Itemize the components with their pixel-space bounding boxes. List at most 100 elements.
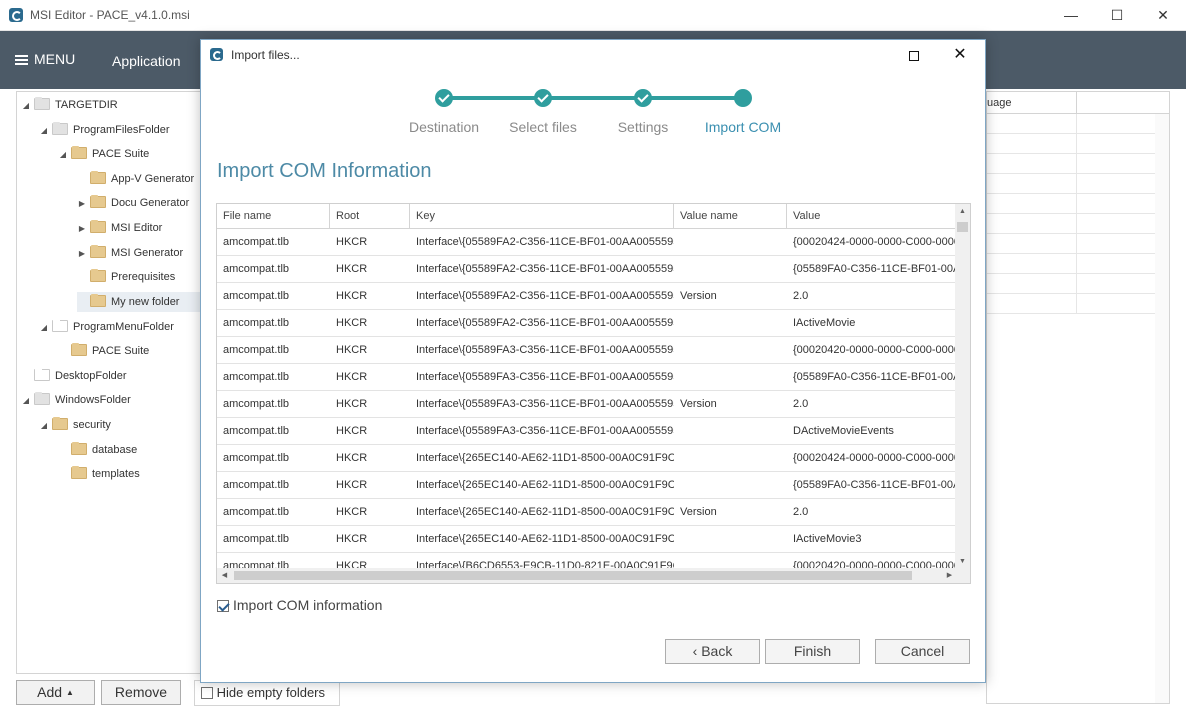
tree-item-targetdir[interactable]: ◢ TARGETDIR — [21, 95, 118, 115]
dialog-maximize-button[interactable] — [891, 40, 937, 70]
hide-empty-folders-checkbox[interactable] — [201, 687, 213, 699]
background-grid-header: uage — [987, 92, 1169, 114]
tree-item-programmenufolder[interactable]: ◢ ProgramMenuFolder — [39, 317, 174, 337]
minimize-button[interactable]: — — [1048, 0, 1094, 31]
step-label-import-com: Import COM — [704, 119, 782, 135]
tree-item-desktopfolder[interactable]: DesktopFolder — [21, 366, 127, 386]
tree-item-msi-editor[interactable]: ▶ MSI Editor — [77, 218, 162, 238]
table-row[interactable]: amcompat.tlb HKCR Interface\{05589FA2-C356… — [217, 283, 957, 310]
vertical-scroll-thumb[interactable] — [957, 222, 968, 232]
column-header-root[interactable]: Root — [330, 204, 410, 229]
table-row[interactable]: amcompat.tlb HKCR Interface\{265EC140-AE62… — [217, 472, 957, 499]
cell-value-name — [674, 364, 787, 390]
dialog-title: Import files... — [231, 48, 300, 62]
app-logo-icon — [9, 8, 23, 22]
stepper-line — [444, 96, 744, 100]
tree-item-pace-suite[interactable]: ◢ PACE Suite — [58, 144, 149, 164]
hide-empty-folders-toggle[interactable]: Hide empty folders — [194, 680, 340, 706]
expand-arrow-icon[interactable]: ◢ — [39, 121, 49, 141]
expand-arrow-icon[interactable]: ◢ — [21, 96, 31, 116]
table-row[interactable]: amcompat.tlb HKCR Interface\{05589FA3-C356… — [217, 418, 957, 445]
folder-icon — [71, 146, 87, 159]
maximize-button[interactable]: ☐ — [1094, 0, 1140, 31]
hide-empty-folders-label: Hide empty folders — [216, 685, 326, 700]
table-horizontal-scrollbar[interactable]: ◀ ▶ — [217, 568, 957, 583]
tree-item-my-new-folder[interactable]: My new folder — [77, 292, 201, 312]
table-row[interactable]: amcompat.tlb HKCR Interface\{265EC140-AE62… — [217, 445, 957, 472]
add-button[interactable]: Add ▲ — [16, 680, 95, 705]
folder-icon — [90, 269, 106, 282]
cell-file-name: amcompat.tlb — [223, 317, 290, 329]
table-row[interactable]: amcompat.tlb HKCR Interface\{05589FA3-C356… — [217, 337, 957, 364]
collapse-arrow-icon[interactable]: ▶ — [77, 244, 87, 264]
table-vertical-scrollbar[interactable]: ▲ ▼ — [955, 204, 970, 569]
column-header-file-name[interactable]: File name — [217, 204, 330, 229]
expand-arrow-icon[interactable]: ◢ — [39, 318, 49, 338]
finish-button[interactable]: Finish — [765, 639, 860, 664]
folder-icon — [90, 245, 106, 258]
folder-icon — [34, 392, 50, 405]
cell-value-name — [674, 445, 787, 471]
tree-item-programfilesfolder[interactable]: ◢ ProgramFilesFolder — [39, 120, 170, 140]
cell-key: Interface\{265EC140-AE62-11D1-8500-00A0C… — [416, 506, 674, 518]
cell-root: HKCR — [336, 317, 368, 329]
cell-root: HKCR — [336, 290, 368, 302]
import-com-checkbox[interactable] — [217, 600, 229, 612]
dialog-close-button[interactable]: ✕ — [937, 40, 983, 70]
table-row[interactable]: amcompat.tlb HKCR Interface\{265EC140-AE62… — [217, 499, 957, 526]
expand-arrow-icon[interactable]: ◢ — [39, 416, 49, 436]
step-label-settings: Settings — [617, 119, 669, 135]
tree-item-msi-generator[interactable]: ▶ MSI Generator — [77, 243, 183, 263]
cell-key: Interface\{265EC140-AE62-11D1-8500-00A0C… — [416, 533, 674, 545]
cell-root: HKCR — [336, 479, 368, 491]
table-row[interactable]: amcompat.tlb HKCR Interface\{05589FA3-C356… — [217, 364, 957, 391]
tree-item-windowsfolder[interactable]: ◢ WindowsFolder — [21, 390, 131, 410]
collapse-arrow-icon[interactable]: ▶ — [77, 194, 87, 214]
tab-application[interactable]: Application — [112, 53, 181, 69]
step-select-files-check-icon — [534, 89, 552, 107]
table-row[interactable]: amcompat.tlb HKCR Interface\{05589FA3-C356… — [217, 391, 957, 418]
column-header-value[interactable]: Value — [787, 204, 957, 229]
tree-item-database[interactable]: database — [58, 440, 137, 460]
tree-item-docu-generator[interactable]: ▶ Docu Generator — [77, 193, 189, 213]
window-titlebar: MSI Editor - PACE_v4.1.0.msi — ☐ ✕ — [0, 0, 1186, 31]
cell-file-name: amcompat.tlb — [223, 533, 290, 545]
cell-root: HKCR — [336, 506, 368, 518]
tree-item-prerequisites[interactable]: Prerequisites — [77, 267, 175, 287]
cell-root: HKCR — [336, 533, 368, 545]
menu-button[interactable]: MENU — [15, 51, 75, 67]
column-header-key[interactable]: Key — [410, 204, 674, 229]
background-grid-scrollbar[interactable] — [1155, 114, 1169, 703]
horizontal-scroll-thumb[interactable] — [234, 571, 912, 580]
column-header-value-name[interactable]: Value name — [674, 204, 787, 229]
cell-key: Interface\{05589FA3-C356-11CE-BF01-00AA0… — [416, 344, 674, 356]
table-row[interactable]: amcompat.tlb HKCR Interface\{265EC140-AE62… — [217, 526, 957, 553]
cell-key: Interface\{05589FA2-C356-11CE-BF01-00AA0… — [416, 290, 674, 302]
collapse-arrow-icon[interactable]: ▶ — [77, 219, 87, 239]
remove-button[interactable]: Remove — [101, 680, 181, 705]
table-row[interactable]: amcompat.tlb HKCR Interface\{05589FA2-C356… — [217, 256, 957, 283]
cancel-button[interactable]: Cancel — [875, 639, 970, 664]
table-row[interactable]: amcompat.tlb HKCR Interface\{05589FA2-C356… — [217, 310, 957, 337]
table-row[interactable]: amcompat.tlb HKCR Interface\{05589FA2-C356… — [217, 229, 957, 256]
section-title: Import COM Information — [217, 160, 432, 182]
tree-item-appv-generator[interactable]: App-V Generator — [77, 169, 194, 189]
scroll-down-arrow-icon[interactable]: ▼ — [955, 554, 970, 569]
cell-root: HKCR — [336, 263, 368, 275]
close-button[interactable]: ✕ — [1140, 0, 1186, 31]
scroll-left-arrow-icon[interactable]: ◀ — [217, 568, 232, 583]
import-com-toggle[interactable]: Import COM information — [217, 597, 382, 613]
scroll-up-arrow-icon[interactable]: ▲ — [955, 204, 970, 219]
cell-key: Interface\{05589FA3-C356-11CE-BF01-00AA0… — [416, 398, 674, 410]
back-button[interactable]: ‹ Back — [665, 639, 760, 664]
cell-value: {05589FA0-C356-11CE-BF01-00AA — [793, 263, 957, 275]
expand-arrow-icon[interactable]: ◢ — [21, 391, 31, 411]
tree-item-templates[interactable]: templates — [58, 464, 140, 484]
tree-item-pace-suite-menu[interactable]: PACE Suite — [58, 341, 149, 361]
expand-arrow-icon[interactable]: ◢ — [58, 145, 68, 165]
tree-item-security[interactable]: ◢ security — [39, 415, 111, 435]
table-row — [987, 274, 1169, 294]
folder-icon — [71, 466, 87, 479]
folder-icon — [52, 417, 68, 430]
cell-value-name: Version — [680, 506, 717, 518]
